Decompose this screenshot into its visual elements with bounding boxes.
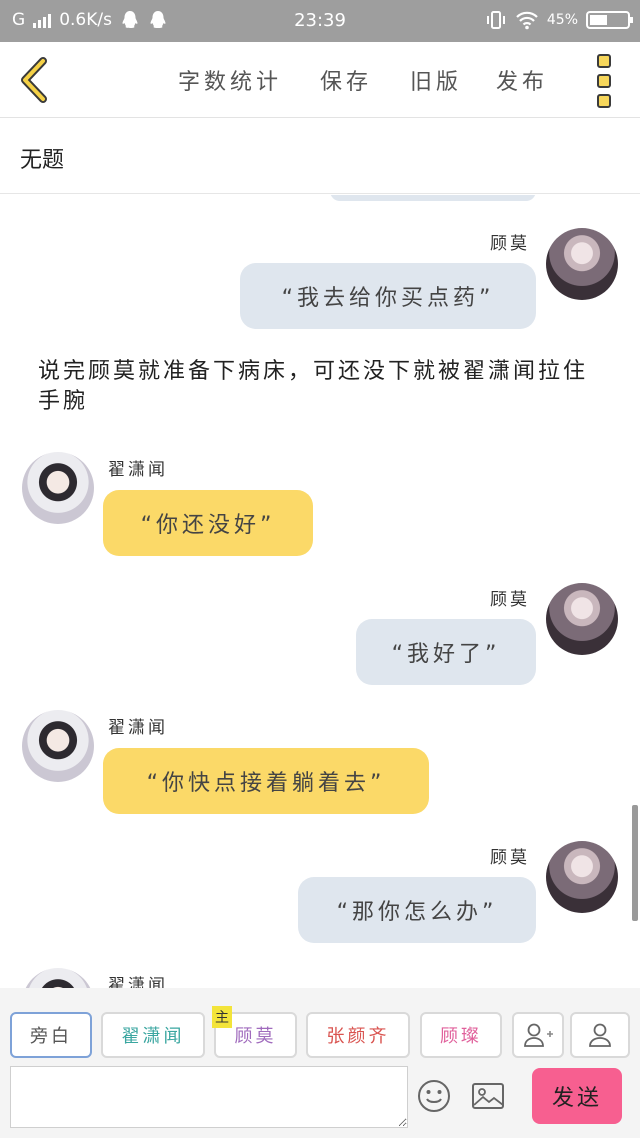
avatar-gumo[interactable] bbox=[546, 583, 618, 655]
role-gumo[interactable]: 主 顾莫 bbox=[212, 1006, 297, 1058]
image-button[interactable] bbox=[470, 1078, 508, 1116]
speaker-name: 翟潇闻 bbox=[108, 718, 168, 738]
role-manage-button[interactable] bbox=[570, 1012, 630, 1058]
chat-scrollbar[interactable] bbox=[632, 805, 638, 921]
old-version-button[interactable]: 旧版 bbox=[410, 64, 462, 96]
avatar-zhaixiaowen[interactable] bbox=[22, 452, 94, 524]
chat-bubble-left[interactable]: “你还没好” bbox=[103, 490, 313, 556]
back-button[interactable] bbox=[14, 56, 54, 104]
chat-bubble-partial[interactable] bbox=[330, 195, 536, 201]
avatar-zhaixiaowen[interactable] bbox=[22, 968, 94, 988]
publish-button[interactable]: 发布 bbox=[496, 64, 548, 96]
avatar-zhaixiaowen[interactable] bbox=[22, 710, 94, 782]
status-right: 45% bbox=[485, 10, 633, 30]
battery-icon bbox=[586, 11, 633, 29]
chevron-left-icon bbox=[21, 57, 47, 103]
add-role-button[interactable] bbox=[512, 1012, 564, 1058]
status-bar: G 0.6K/s 23:39 45% bbox=[0, 0, 640, 42]
person-icon bbox=[589, 1023, 611, 1047]
chat-area[interactable]: 顾莫 “我去给你买点药” 说完顾莫就准备下病床，可还没下就被翟潇闻拉住手腕 翟潇… bbox=[0, 195, 640, 988]
speaker-name: 顾莫 bbox=[490, 234, 530, 254]
smiley-icon bbox=[418, 1080, 450, 1112]
role-label: 张颜齐 bbox=[326, 1026, 390, 1047]
speaker-name: 顾莫 bbox=[490, 590, 530, 610]
add-person-icon bbox=[524, 1023, 553, 1047]
role-selector: 旁白 翟潇闻 主 顾莫 张颜齐 顾璨 bbox=[0, 988, 640, 1060]
story-title[interactable]: 无题 bbox=[20, 142, 64, 174]
role-zhaixiaowen[interactable]: 翟潇闻 bbox=[101, 1012, 205, 1058]
speaker-name: 顾莫 bbox=[490, 848, 530, 868]
save-button[interactable]: 保存 bbox=[320, 64, 372, 96]
chat-bubble-right[interactable]: “那你怎么办” bbox=[298, 877, 536, 943]
wifi-icon bbox=[516, 11, 538, 30]
role-narrator[interactable]: 旁白 bbox=[10, 1012, 92, 1058]
menu-dot-icon bbox=[597, 74, 611, 88]
speaker-name: 翟潇闻 bbox=[108, 460, 168, 480]
chat-bubble-left[interactable]: “你快点接着躺着去” bbox=[103, 748, 429, 814]
chat-bubble-right[interactable]: “我去给你买点药” bbox=[240, 263, 536, 329]
narration-text[interactable]: 说完顾莫就准备下病床，可还没下就被翟潇闻拉住手腕 bbox=[38, 357, 598, 417]
vibrate-icon bbox=[486, 11, 505, 29]
more-menu-button[interactable] bbox=[597, 54, 615, 108]
word-count-button[interactable]: 字数统计 bbox=[178, 64, 282, 96]
battery-percent: 45% bbox=[546, 12, 578, 28]
story-title-bar[interactable]: 无题 bbox=[0, 118, 640, 194]
role-zhangyanqi[interactable]: 张颜齐 bbox=[306, 1012, 410, 1058]
host-badge: 主 bbox=[212, 1006, 232, 1028]
role-label: 旁白 bbox=[30, 1026, 72, 1047]
menu-dot-icon bbox=[597, 54, 611, 68]
editor-toolbar: 字数统计 保存 旧版 发布 bbox=[0, 42, 640, 118]
role-gucan[interactable]: 顾璨 bbox=[420, 1012, 502, 1058]
app-screen: G 0.6K/s 23:39 45% 字数统计 保存 旧版 发布 无题 顾莫 “… bbox=[0, 0, 640, 1138]
image-icon bbox=[472, 1083, 504, 1109]
avatar-gumo[interactable] bbox=[546, 841, 618, 913]
role-label: 翟潇闻 bbox=[121, 1026, 185, 1047]
menu-dot-icon bbox=[597, 94, 611, 108]
avatar-gumo[interactable] bbox=[546, 228, 618, 300]
role-label: 顾莫 bbox=[234, 1026, 277, 1047]
chat-bubble-right[interactable]: “我好了” bbox=[356, 619, 536, 685]
input-bar: 发送 bbox=[0, 1060, 640, 1138]
message-input[interactable] bbox=[10, 1066, 408, 1128]
speaker-name: 翟潇闻 bbox=[108, 976, 168, 988]
emoji-button[interactable] bbox=[416, 1078, 454, 1116]
send-button[interactable]: 发送 bbox=[532, 1068, 622, 1124]
role-label: 顾璨 bbox=[440, 1026, 482, 1047]
